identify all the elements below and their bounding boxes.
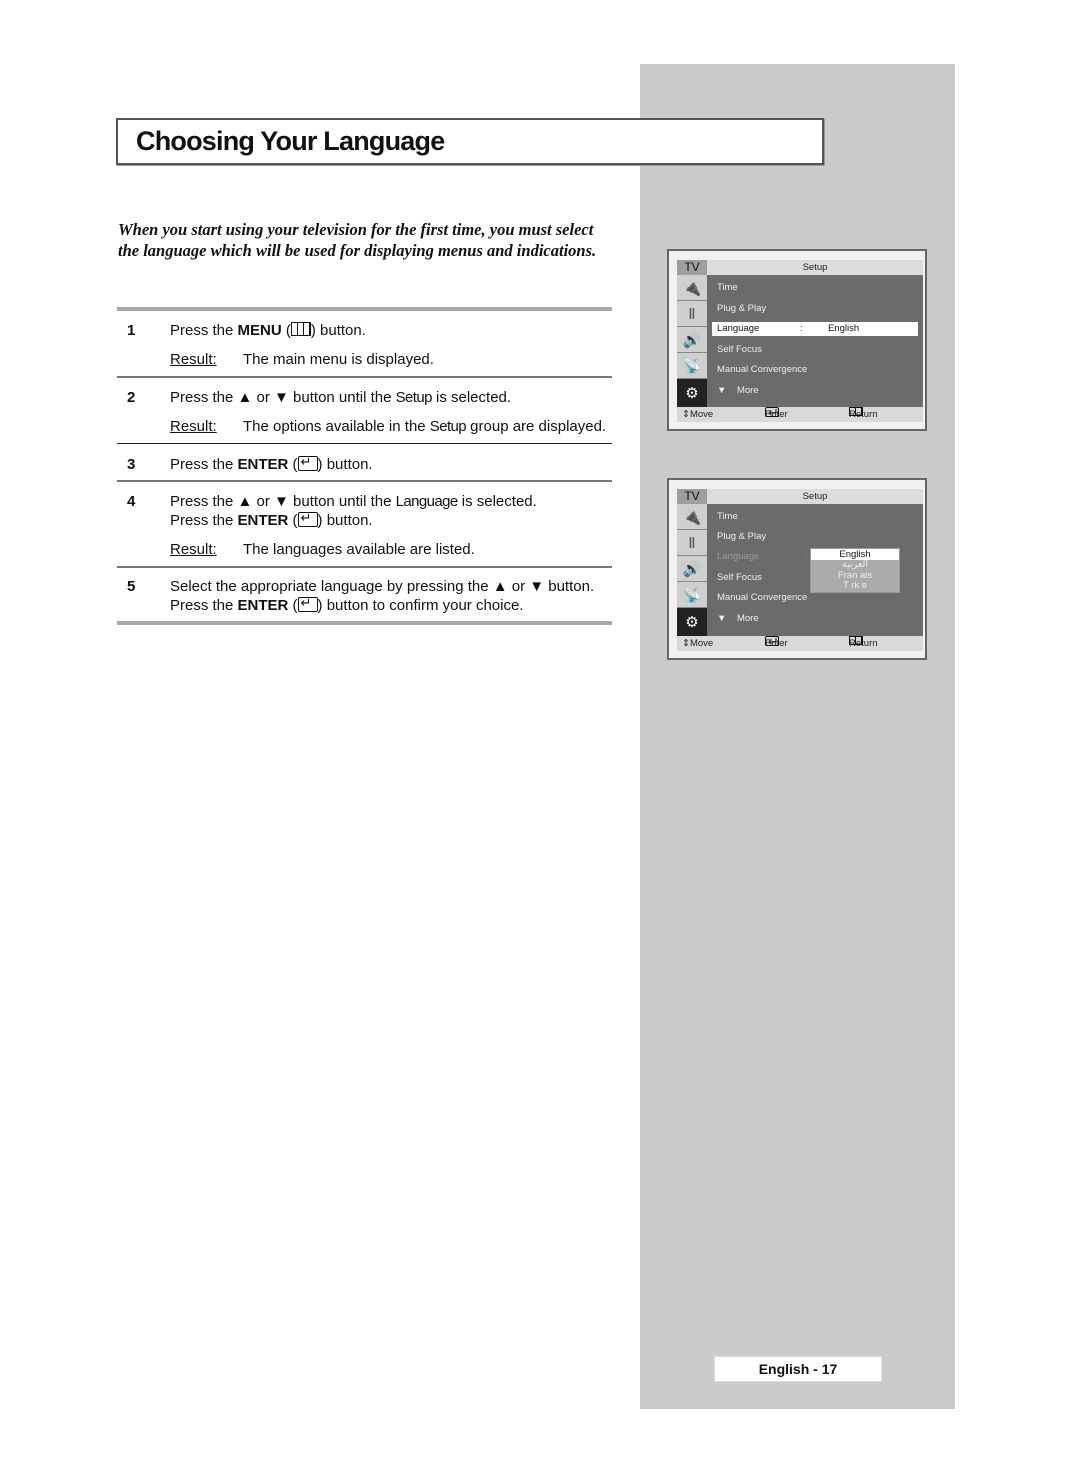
input-icon[interactable]: 🔌 — [677, 504, 707, 530]
channel-icon[interactable]: 📡 — [677, 582, 707, 608]
result-text: The main menu is displayed. — [243, 351, 434, 368]
language-value: English — [828, 323, 860, 334]
menu-item-self-focus[interactable]: Self Focus — [717, 343, 762, 357]
tv-screen-setup: TV Setup 🔌 Ⅱ 🔊 📡 ⚙ Time Plug & Play Lang… — [667, 249, 927, 431]
result-label: Result: — [170, 351, 217, 368]
divider — [117, 307, 612, 311]
menu-title: Setup — [802, 262, 828, 273]
step-1-text: Press the MENU () button. — [170, 322, 366, 339]
result-text: The languages available are listed. — [243, 541, 475, 558]
picture-icon[interactable]: Ⅱ — [677, 301, 707, 327]
step-3-text: Press the ENTER () button. — [170, 454, 373, 473]
setup-icon[interactable]: ⚙ — [677, 379, 707, 407]
menu-list: Time Plug & Play Language : E Self Focus… — [707, 504, 923, 636]
step-number: 1 — [127, 322, 136, 339]
menu-sidebar: 🔌 Ⅱ 🔊 📡 ⚙ — [677, 504, 707, 636]
enter-icon — [765, 634, 779, 649]
step-number: 3 — [127, 456, 136, 473]
enter-icon — [765, 405, 779, 420]
menu-item-manual-convergence[interactable]: Manual Convergence — [717, 591, 807, 605]
menu-item-plug-play[interactable]: Plug & Play — [717, 530, 766, 544]
page-title: Choosing Your Language — [136, 126, 445, 156]
step-4-text: Press the ▲ or ▼ button until the Langua… — [170, 493, 537, 510]
step-5-text-line2: Press the ENTER () button to confirm you… — [170, 595, 523, 614]
enter-icon — [297, 595, 318, 612]
step-2-text: Press the ▲ or ▼ button until the Setup … — [170, 389, 512, 406]
more-arrow-icon: ▼ — [717, 613, 727, 624]
step-number: 5 — [127, 578, 136, 595]
tv-screen-language-list: TV Setup 🔌 Ⅱ 🔊 📡 ⚙ Time Plug & Play Lang… — [667, 478, 927, 660]
enter-hint: Enter — [765, 634, 788, 651]
divider — [117, 566, 612, 568]
menu-item-plug-play[interactable]: Plug & Play — [717, 302, 766, 316]
language-dropdown[interactable]: English العربية Fran ais T rk e — [810, 548, 900, 593]
menu-item-language[interactable]: Language : E — [717, 550, 817, 564]
result-text: The options available in the Setup group… — [243, 418, 607, 435]
channel-icon[interactable]: 📡 — [677, 353, 707, 379]
menu-icon — [290, 322, 311, 336]
picture-icon[interactable]: Ⅱ — [677, 530, 707, 556]
menu-item-manual-convergence[interactable]: Manual Convergence — [717, 363, 807, 377]
menu-list: Time Plug & Play Language : English Self… — [707, 275, 923, 407]
step-number: 2 — [127, 389, 136, 406]
setup-icon[interactable]: ⚙ — [677, 608, 707, 636]
divider — [117, 480, 612, 482]
menu-item-time[interactable]: Time — [717, 281, 738, 295]
move-hint: ⇕Move — [682, 638, 714, 649]
intro-paragraph: When you start using your television for… — [118, 220, 597, 260]
menu-item-language[interactable]: Language : English — [712, 322, 918, 336]
menu-title: Setup — [802, 491, 828, 502]
step-number: 4 — [127, 493, 136, 510]
tv-label: TV — [677, 489, 707, 504]
sound-icon[interactable]: 🔊 — [677, 556, 707, 582]
input-icon[interactable]: 🔌 — [677, 275, 707, 301]
page-number: English - 17 — [714, 1356, 882, 1382]
enter-hint: Enter — [765, 405, 788, 422]
divider — [117, 621, 612, 625]
menu-sidebar: 🔌 Ⅱ 🔊 📡 ⚙ — [677, 275, 707, 407]
menu-footer: ⇕Move Enter Return — [677, 634, 923, 651]
step-5-text: Select the appropriate language by press… — [170, 578, 595, 595]
enter-icon — [297, 454, 318, 471]
result-label: Result: — [170, 418, 217, 435]
menu-icon — [849, 636, 863, 645]
divider — [117, 376, 612, 378]
menu-footer: ⇕Move Enter Return — [677, 405, 923, 422]
title-box: Choosing Your Language — [116, 118, 824, 165]
language-option[interactable]: T rk e — [811, 581, 899, 591]
language-option[interactable]: العربية — [811, 560, 899, 570]
divider — [117, 443, 612, 444]
move-hint: ⇕Move — [682, 409, 714, 420]
menu-item-self-focus[interactable]: Self Focus — [717, 571, 762, 585]
move-icon: ⇕ — [682, 638, 690, 649]
menu-item-more[interactable]: ▼ More — [717, 384, 759, 398]
more-arrow-icon: ▼ — [717, 385, 727, 396]
move-icon: ⇕ — [682, 409, 690, 420]
return-hint: Return — [849, 407, 878, 420]
return-hint: Return — [849, 636, 878, 649]
menu-item-time[interactable]: Time — [717, 510, 738, 524]
tv-label: TV — [677, 260, 707, 275]
result-label: Result: — [170, 541, 217, 558]
menu-icon — [849, 407, 863, 416]
sound-icon[interactable]: 🔊 — [677, 327, 707, 353]
enter-icon — [297, 510, 318, 527]
step-4-text-line2: Press the ENTER () button. — [170, 510, 373, 529]
menu-item-more[interactable]: ▼ More — [717, 612, 759, 626]
